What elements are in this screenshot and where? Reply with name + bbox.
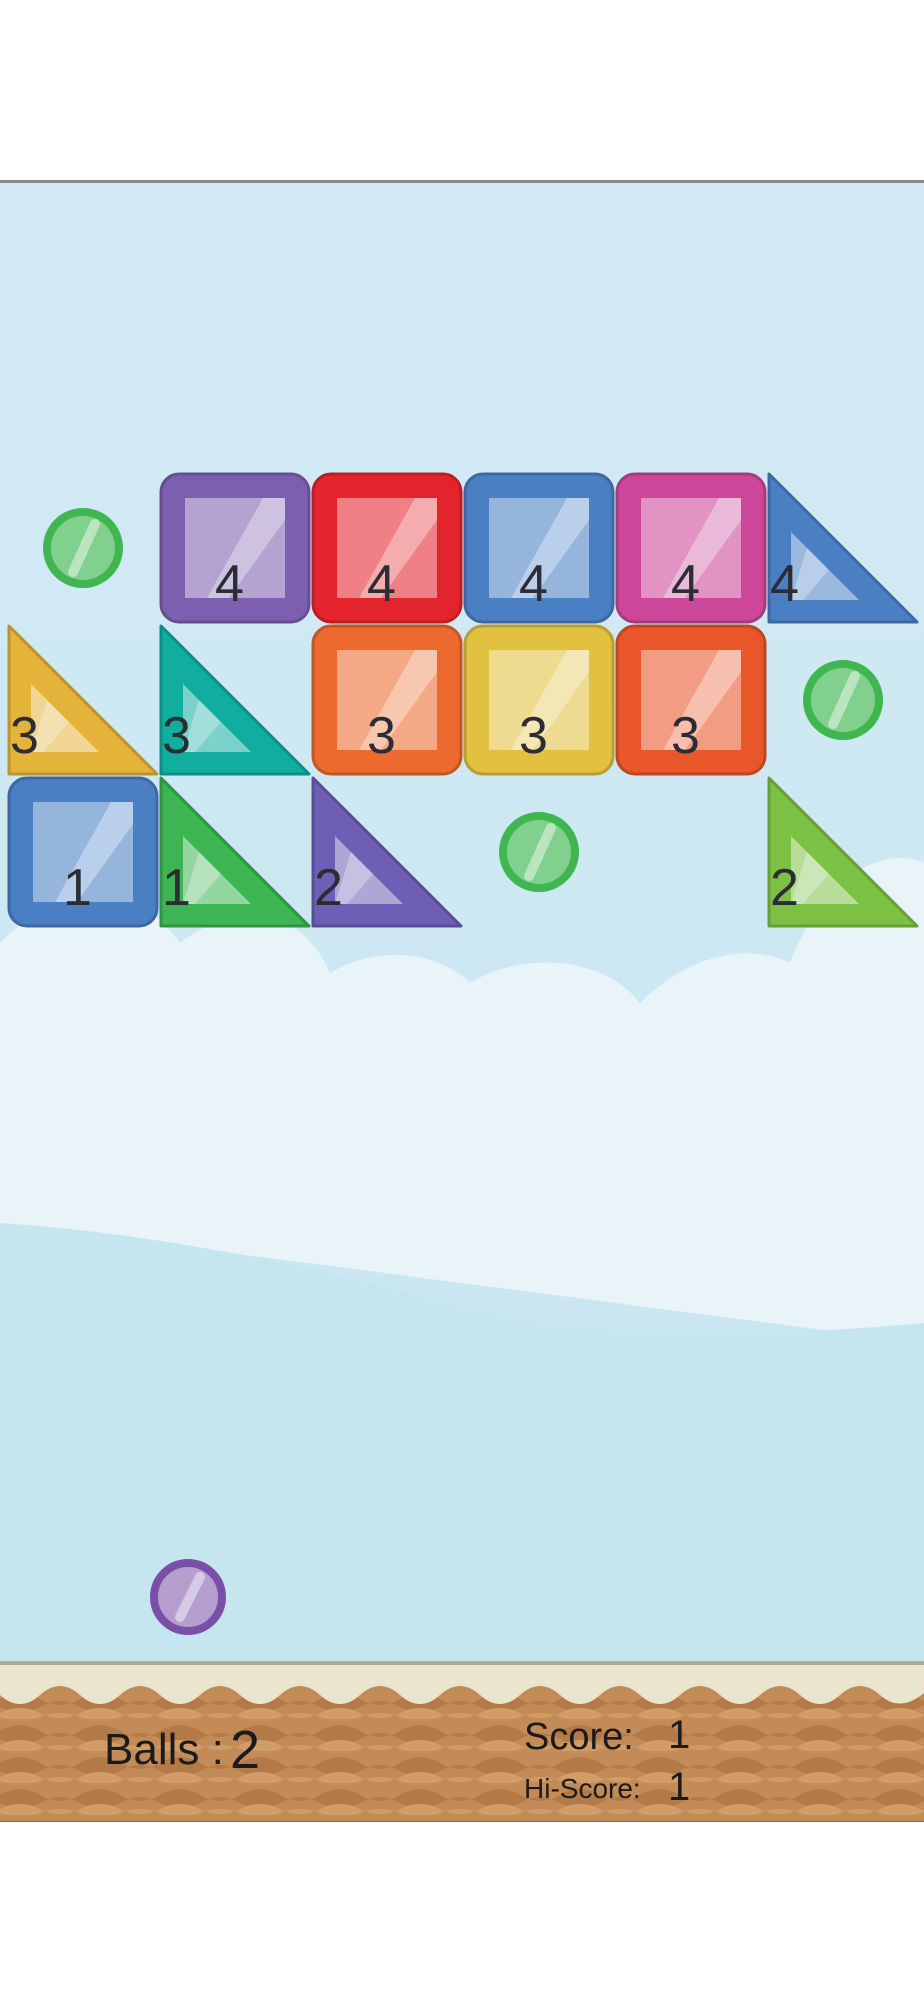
extra-ball-pickup: [463, 776, 615, 928]
brick-hit-count: 4: [367, 555, 396, 613]
triangle-brick: 2: [767, 776, 919, 928]
hiscore-label: Hi-Score:: [524, 1773, 641, 1804]
game-screen[interactable]: 4 4 4 4 4 3 3 3 3 3 1 1 2 2 Balls : 2 Score: 1 Hi-Sco…: [0, 180, 924, 1822]
score-label: Score:: [524, 1716, 634, 1758]
extra-ball-pickup: [7, 472, 159, 624]
brick-hit-count: 3: [10, 707, 39, 765]
square-brick: 4: [463, 472, 615, 624]
square-brick: 1: [7, 776, 159, 928]
brick-hit-count: 2: [770, 859, 799, 917]
brick-hit-count: 1: [162, 859, 191, 917]
brick-hit-count: 1: [63, 859, 92, 917]
square-brick: 3: [311, 624, 463, 776]
square-brick: 3: [615, 624, 767, 776]
brick-hit-count: 4: [519, 555, 548, 613]
square-brick: 3: [463, 624, 615, 776]
brick-field: 4 4 4 4 4 3 3 3 3 3 1 1 2 2: [0, 183, 924, 1822]
brick-hit-count: 3: [162, 707, 191, 765]
triangle-brick: 3: [7, 624, 159, 776]
brick-hit-count: 2: [314, 859, 343, 917]
brick-hit-count: 3: [671, 707, 700, 765]
player-ball: [148, 1557, 228, 1637]
brick-hit-count: 3: [519, 707, 548, 765]
square-brick: 4: [311, 472, 463, 624]
triangle-brick: 1: [159, 776, 311, 928]
triangle-brick: 4: [767, 472, 919, 624]
brick-hit-count: 3: [367, 707, 396, 765]
triangle-brick: 3: [159, 624, 311, 776]
brick-hit-count: 4: [671, 555, 700, 613]
extra-ball-pickup: [767, 624, 919, 776]
brick-hit-count: 4: [215, 555, 244, 613]
square-brick: 4: [159, 472, 311, 624]
square-brick: 4: [615, 472, 767, 624]
hiscore-value: 1: [668, 1765, 691, 1809]
balls-label: Balls :: [104, 1725, 224, 1774]
brick-hit-count: 4: [770, 555, 799, 613]
triangle-brick: 2: [311, 776, 463, 928]
balls-count: 2: [230, 1720, 261, 1780]
score-value: 1: [668, 1713, 691, 1757]
